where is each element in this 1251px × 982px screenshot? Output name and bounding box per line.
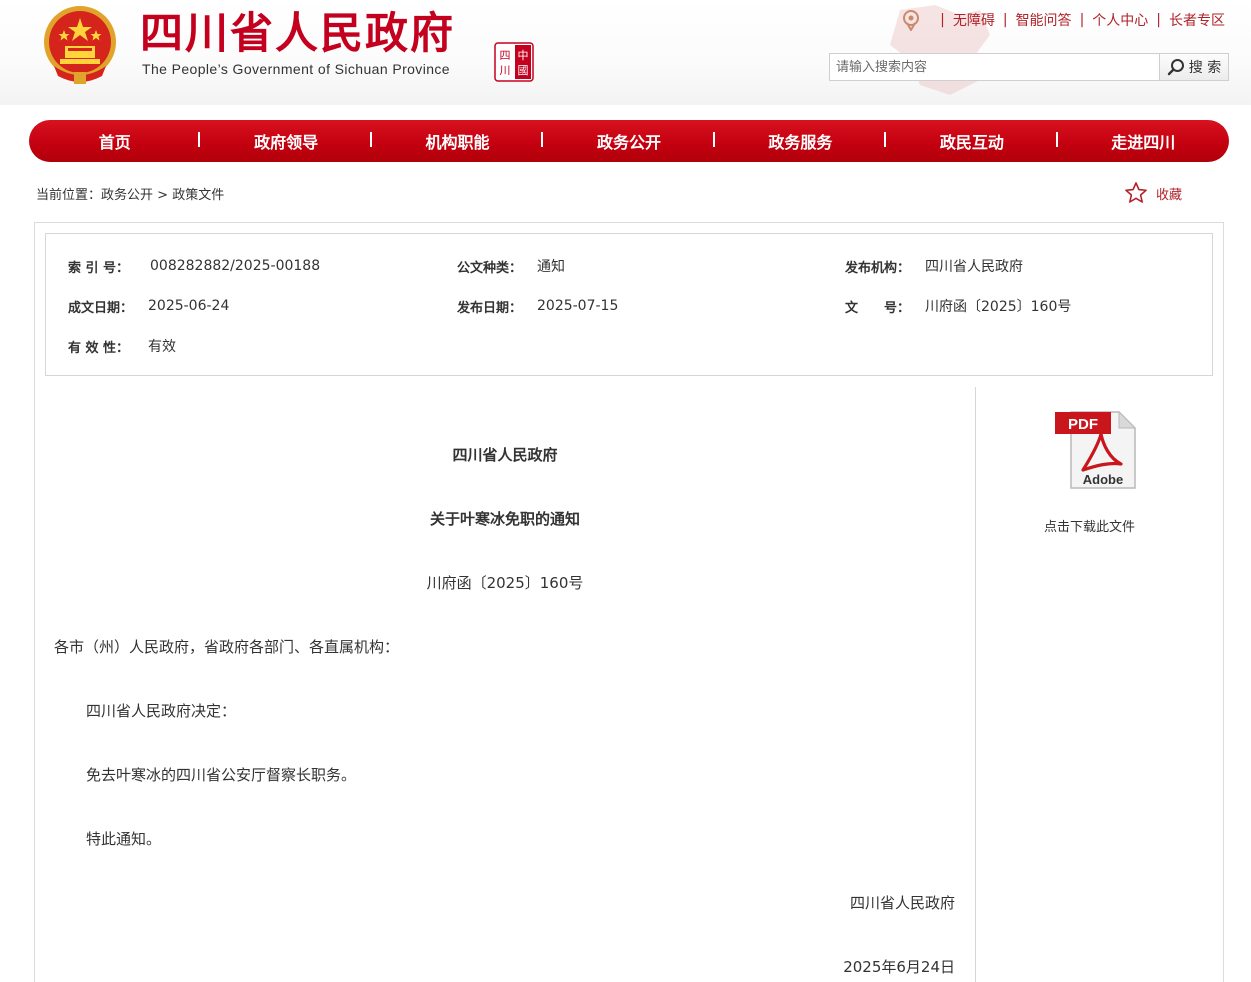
document-paragraph-1: 四川省人民政府决定： [86,702,237,720]
document-paragraph-3: 特此通知。 [86,830,162,848]
seal-char-zhong: 中 [518,49,529,62]
nav-home[interactable]: 首页 [29,129,201,153]
document-paragraph-2: 免去叶寒冰的四川省公安厅督察长职务。 [86,766,357,784]
document-number: 川府函〔2025〕160号 [426,574,584,592]
meta-written-label: 成文日期： [68,300,134,316]
meta-type-label: 公文种类： [457,260,523,276]
seal-char-guo: 國 [518,64,529,77]
meta-index-value: 008282882/2025-00188 [150,258,321,274]
top-links: | 无障碍 | 智能问答 | 个人中心 | 长者专区 [900,9,1225,31]
header: 四川省人民政府 The People’s Government of Sichu… [0,0,1251,105]
link-smart-qa[interactable]: 智能问答 [1016,10,1072,30]
document-meta: 索 引 号： 008282882/2025-00188 公文种类： 通知 发布机… [45,233,1213,376]
meta-published-date: 发布日期： 2025-07-15 [457,296,845,316]
adobe-label: Adobe [1083,472,1123,487]
seal-char-chuan: 川 [500,64,511,77]
meta-row-1: 索 引 号： 008282882/2025-00188 公文种类： 通知 发布机… [68,256,1023,276]
link-personal-center[interactable]: 个人中心 [1092,10,1148,30]
meta-published-value: 2025-07-15 [537,298,619,314]
download-file-link[interactable]: 点击下载此文件 [1044,516,1135,535]
search-input[interactable] [829,53,1160,81]
document-issuer: 四川省人民政府 [452,446,558,464]
link-separator: | [1079,12,1085,28]
nav-services[interactable]: 政务服务 [715,129,887,153]
china-seal-icon: 中 國 四 川 [494,42,534,82]
search-icon [1167,59,1184,76]
meta-validity-label: 有 效 性： [68,340,130,356]
meta-validity: 有 效 性： 有效 [68,336,176,356]
star-icon [1125,182,1147,203]
document-salutation: 各市（州）人民政府，省政府各部门、各直属机构： [54,638,400,656]
link-elderly-zone[interactable]: 长者专区 [1169,10,1225,30]
meta-index-label: 索 引 号： [68,260,130,276]
meta-index: 索 引 号： 008282882/2025-00188 [68,256,457,276]
national-emblem-icon [44,6,116,84]
meta-type: 公文种类： 通知 [457,256,845,276]
document-date: 2025年6月24日 [843,958,955,976]
seal-char-si: 四 [500,49,511,62]
main-nav: 首页 政府领导 机构职能 政务公开 政务服务 政民互动 走进四川 [29,120,1229,162]
meta-publisher-value: 四川省人民政府 [925,259,1023,275]
meta-docno: 文 号： 川府函〔2025〕160号 [845,296,1071,316]
meta-written-value: 2025-06-24 [148,298,230,314]
meta-published-label: 发布日期： [457,300,523,316]
meta-type-value: 通知 [537,259,565,275]
favorite-label: 收藏 [1156,187,1183,203]
pdf-label: PDF [1068,416,1098,433]
favorite-button[interactable]: 收藏 [1124,181,1182,205]
meta-docno-value: 川府函〔2025〕160号 [925,299,1072,315]
breadcrumb-item-policy-files[interactable]: 政策文件 [172,188,224,203]
meta-docno-label: 文 号： [845,300,911,316]
pdf-download-button[interactable]: PDF Adobe [1053,408,1137,492]
meta-row-3: 有 效 性： 有效 [68,336,176,356]
link-separator: | [1002,12,1008,28]
document-title: 关于叶寒冰免职的通知 [429,510,580,528]
search-button[interactable]: 搜 索 [1160,53,1229,81]
site-title[interactable]: 四川省人民政府 [140,8,455,60]
meta-written-date: 成文日期： 2025-06-24 [68,296,457,316]
breadcrumb: 当前位置：政务公开 > 政策文件 [36,184,224,203]
meta-publisher: 发布机构： 四川省人民政府 [845,256,1023,276]
nav-interaction[interactable]: 政民互动 [886,129,1058,153]
meta-publisher-label: 发布机构： [845,260,911,276]
content-divider [975,387,976,982]
breadcrumb-item-open-government[interactable]: 政务公开 [101,188,153,203]
site-subtitle: The People’s Government of Sichuan Provi… [142,61,450,77]
nav-about-sichuan[interactable]: 走进四川 [1058,129,1229,153]
link-separator: | [940,12,945,28]
nav-institutions[interactable]: 机构职能 [372,129,544,153]
nav-open-government[interactable]: 政务公开 [543,129,716,153]
nav-leaders[interactable]: 政府领导 [200,129,373,153]
document-signature: 四川省人民政府 [849,894,955,912]
meta-row-2: 成文日期： 2025-06-24 发布日期： 2025-07-15 文 号： 川… [68,296,1071,316]
breadcrumb-separator: > [153,188,173,203]
meta-validity-value: 有效 [148,339,176,355]
location-pin-icon[interactable] [900,9,922,31]
link-separator: | [1156,12,1161,28]
breadcrumb-prefix: 当前位置： [36,188,102,203]
search-button-label: 搜 索 [1188,60,1222,76]
pdf-file-icon: PDF Adobe [1055,410,1137,489]
link-accessibility[interactable]: 无障碍 [953,10,995,30]
